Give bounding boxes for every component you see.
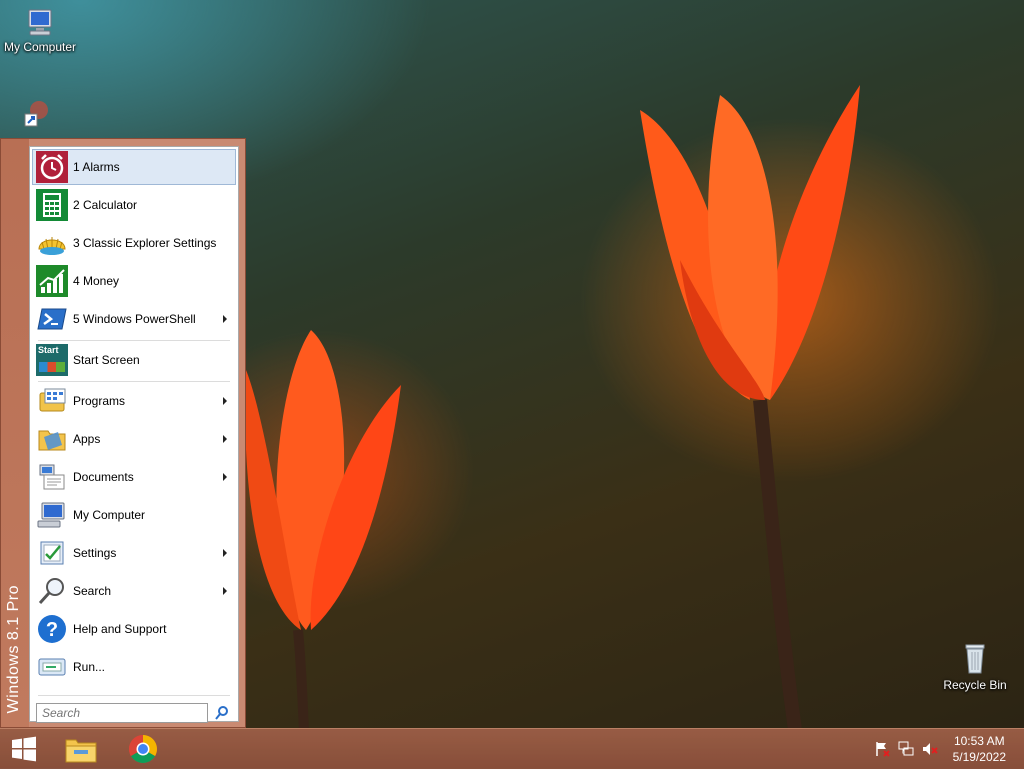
desktop-shortcut-partial[interactable] [22, 100, 52, 134]
menu-item-label: 3 Classic Explorer Settings [73, 236, 217, 250]
menu-item-programs[interactable]: Programs [32, 383, 236, 419]
menu-item-label: Documents [73, 470, 134, 484]
menu-item-settings[interactable]: Settings [32, 535, 236, 571]
menu-item-money[interactable]: 4 Money [32, 263, 236, 299]
magnifier-icon [38, 578, 64, 605]
menu-item-calculator[interactable]: 2 Calculator [32, 187, 236, 223]
start-menu-side-strip: Windows 8.1 Pro [1, 139, 29, 727]
menu-item-label: Run... [73, 660, 106, 674]
menu-item-my-computer[interactable]: My Computer [32, 497, 236, 533]
start-button[interactable] [0, 729, 48, 769]
menu-item-run[interactable]: Run... [32, 649, 236, 685]
desktop-icon-recycle-bin[interactable]: Recycle Bin [935, 642, 1015, 692]
network-icon[interactable] [898, 741, 914, 757]
start-screen-icon: Start [36, 344, 68, 376]
desktop-icon-label: Recycle Bin [943, 678, 1007, 692]
menu-item-label: 1 Alarms [73, 160, 120, 174]
shortcut-icon [24, 101, 48, 127]
start-screen-tiles [39, 362, 65, 372]
recycle-bin-icon [965, 644, 985, 674]
menu-item-alarms[interactable]: 1 Alarms [32, 149, 236, 185]
menu-separator [38, 381, 230, 382]
computer-icon [37, 502, 65, 528]
menu-item-search[interactable]: Search [32, 573, 236, 609]
search-icon[interactable] [212, 703, 232, 723]
submenu-arrow-icon [223, 587, 227, 595]
menu-item-apps[interactable]: Apps [32, 421, 236, 457]
submenu-arrow-icon [223, 473, 227, 481]
taskbar-clock[interactable]: 10:53 AM 5/19/2022 [953, 733, 1006, 765]
menu-item-label: Start Screen [73, 353, 140, 367]
menu-item-label: 4 Money [73, 274, 120, 288]
start-search-input[interactable] [36, 703, 208, 723]
taskbar: 10:53 AM 5/19/2022 [0, 728, 1024, 769]
menu-separator [38, 695, 230, 696]
file-explorer-icon [65, 739, 97, 763]
settings-icon [40, 541, 64, 565]
menu-item-label: Programs [73, 394, 126, 408]
submenu-arrow-icon [223, 397, 227, 405]
menu-item-label: Help and Support [73, 622, 167, 636]
menu-item-label: Apps [73, 432, 101, 446]
apps-folder-icon [38, 430, 66, 451]
submenu-arrow-icon [223, 549, 227, 557]
menu-separator [38, 340, 230, 341]
run-icon [38, 658, 66, 676]
taskbar-chrome-button[interactable] [120, 729, 166, 769]
my-computer-icon [28, 9, 52, 36]
programs-icon [39, 388, 66, 412]
volume-muted-icon[interactable] [922, 741, 938, 757]
clock-date: 5/19/2022 [952, 750, 1006, 764]
powershell-icon [37, 308, 67, 330]
alarm-clock-icon [36, 151, 68, 183]
windows-logo-icon [12, 736, 36, 762]
menu-item-help-and-support[interactable]: ? Help and Support [32, 611, 236, 647]
calculator-icon [36, 189, 68, 221]
svg-text:?: ? [46, 619, 58, 641]
start-screen-icon-text: Start [38, 345, 59, 355]
money-chart-icon [36, 265, 68, 297]
menu-item-windows-powershell[interactable]: 5 Windows PowerShell [32, 301, 236, 337]
start-menu-panel: 1 Alarms 2 Calculator 3 Classic Explorer… [29, 146, 239, 723]
menu-item-start-screen[interactable]: Start Start Screen [32, 342, 236, 378]
menu-item-label: Settings [73, 546, 117, 560]
edition-label: Windows 8.1 Pro [5, 584, 22, 713]
menu-item-documents[interactable]: Documents [32, 459, 236, 495]
clock-time: 10:53 AM [953, 734, 1005, 748]
menu-item-label: 5 Windows PowerShell [73, 312, 196, 326]
chrome-icon [129, 735, 157, 763]
menu-item-label: My Computer [73, 508, 146, 522]
desktop-icon-label: My Computer [3, 40, 77, 54]
submenu-arrow-icon [223, 435, 227, 443]
shell-icon [38, 237, 66, 255]
documents-icon [39, 464, 65, 490]
wallpaper-tulip-large [640, 85, 860, 730]
menu-item-label: 2 Calculator [73, 198, 138, 212]
wallpaper-tulip-small [246, 330, 401, 730]
desktop-icon-my-computer[interactable]: My Computer [0, 8, 80, 54]
submenu-arrow-icon [223, 315, 227, 323]
start-menu: Windows 8.1 Pro 1 Alarms 2 Calculator 3 … [0, 138, 246, 728]
menu-item-classic-explorer-settings[interactable]: 3 Classic Explorer Settings [32, 225, 236, 261]
menu-item-label: Search [73, 584, 112, 598]
help-icon: ? [38, 615, 66, 643]
taskbar-file-explorer-button[interactable] [58, 729, 104, 769]
action-center-flag-icon[interactable] [874, 741, 890, 757]
